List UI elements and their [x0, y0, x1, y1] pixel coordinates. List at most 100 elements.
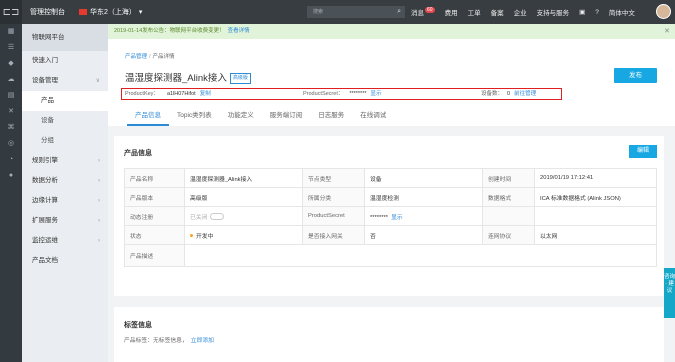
table-row: 产品版本 高级版 所属分类 温湿度检测 数据格式 ICA 标准数据格式 (Ali… — [124, 187, 657, 207]
close-icon[interactable]: ✕ — [664, 24, 670, 39]
sidebar-item-edge-computing[interactable]: 边缘计算 › — [22, 191, 108, 211]
product-info-table: 产品名称 温湿度探测器_Alink接入 节点类型 设备 创建时间 2019/01… — [124, 168, 657, 267]
status-dot-icon — [190, 234, 193, 238]
search-placeholder: 搜索 — [313, 9, 324, 15]
label-dynamic-registration: 动态注册 — [124, 206, 185, 226]
sidebar-title: 物联网平台 — [22, 24, 108, 51]
search-input[interactable]: 搜索 ⌕ — [307, 6, 405, 18]
aliyun-logo-icon[interactable]: ⊏⊐ — [0, 0, 22, 24]
label-product-version: 产品版本 — [124, 187, 185, 207]
section-title: 产品信息 — [124, 150, 152, 157]
value-product-name: 温湿度探测器_Alink接入 — [184, 168, 303, 188]
tab-online-debug[interactable]: 在线调试 — [352, 110, 394, 126]
table-row: 产品描述 — [124, 244, 657, 267]
product-title: 温湿度探测器_Alink接入 — [125, 73, 227, 84]
help-icon[interactable]: ? — [595, 9, 599, 16]
sidebar-item-data-analysis[interactable]: 数据分析 › — [22, 171, 108, 191]
value-dynamic-registration: 已关闭 — [184, 206, 303, 226]
sidebar-item-quickstart[interactable]: 快速入门 — [22, 51, 108, 71]
show-secret-link[interactable]: 显示 — [370, 91, 381, 97]
label-data-format: 数据格式 — [482, 187, 535, 207]
product-info-card: 产品信息 编辑 产品名称 温湿度探测器_Alink接入 节点类型 设备 创建时间… — [114, 136, 664, 296]
language-selector[interactable]: 简体中文 — [609, 7, 635, 17]
sidebar-item-docs[interactable]: 产品文档 — [22, 251, 108, 271]
nav-record[interactable]: 备案 — [491, 7, 504, 17]
circle-icon[interactable]: ● — [0, 168, 22, 184]
product-keys-bar: ProductKey： a1lH07Hifot 复制 ProductSecret： *… — [121, 88, 562, 100]
region-selector[interactable]: 华东2（上海） ▾ — [79, 7, 142, 17]
sidebar-item-extensions[interactable]: 扩展服务 › — [22, 211, 108, 231]
notice-details-link[interactable]: 查看详情 — [228, 28, 250, 34]
chevron-right-icon: › — [98, 198, 100, 204]
copy-link[interactable]: 复制 — [200, 91, 211, 97]
dynamic-registration-state: 已关闭 — [190, 214, 208, 221]
nav-message-label: 消息 — [411, 10, 424, 17]
add-tag-link[interactable]: 立即添加 — [191, 338, 214, 344]
tags-card: 标签信息 产品标签：无标签信息， 立即添加 — [114, 307, 664, 362]
sidebar-item-group[interactable]: 分组 — [22, 131, 108, 151]
breadcrumb-separator: / — [149, 54, 151, 60]
sidebar-item-device-management[interactable]: 设备管理 ∨ — [22, 71, 108, 91]
chevron-right-icon: › — [98, 178, 100, 184]
show-secret-link[interactable]: 显示 — [391, 215, 403, 221]
value-category: 温湿度检测 — [364, 187, 483, 207]
message-count-badge: 60 — [425, 7, 435, 13]
power-icon[interactable]: ◔ — [0, 152, 22, 168]
terminal-icon[interactable]: ▣ — [579, 8, 585, 16]
sidebar-item-rule-engine[interactable]: 规则引擎 › — [22, 151, 108, 171]
grid-icon[interactable]: ▦ — [0, 24, 22, 40]
cloud-icon[interactable]: ☁ — [0, 72, 22, 88]
value-created-time: 2019/01/19 17:12:41 — [534, 168, 657, 188]
product-secret-masked: ******** — [370, 214, 389, 221]
tab-product-info[interactable]: 产品信息 — [127, 110, 169, 126]
nav-support[interactable]: 支持与服务 — [537, 7, 570, 17]
tab-topic-list[interactable]: Topic类列表 — [169, 110, 220, 126]
breadcrumb-product-management[interactable]: 产品管理 — [125, 54, 147, 60]
value-status: 开发中 — [184, 225, 303, 245]
edit-button[interactable]: 编辑 — [629, 145, 657, 158]
globe-icon[interactable]: ◎ — [0, 136, 22, 152]
nav-billing[interactable]: 费用 — [445, 7, 458, 17]
device-count: 设备数： 0 前往管理 — [481, 90, 536, 99]
shield-icon[interactable]: ◆ — [0, 56, 22, 72]
code-icon[interactable]: ⌘ — [0, 120, 22, 136]
label-status: 状态 — [124, 225, 185, 245]
notice-text: 2019-01-14发布公告：物联网平台收费变更！ — [114, 28, 225, 34]
chevron-right-icon: › — [98, 238, 100, 244]
product-key-label: ProductKey： — [125, 91, 159, 97]
avatar[interactable] — [656, 4, 671, 19]
icon-rail: ▦ ☰ ◆ ☁ ▤ ✕ ⌘ ◎ ◔ ● — [0, 24, 22, 362]
label-category: 所属分类 — [302, 187, 365, 207]
sidebar-item-monitoring[interactable]: 监控运维 › — [22, 231, 108, 251]
database-icon[interactable]: ▤ — [0, 88, 22, 104]
tab-function-definition[interactable]: 功能定义 — [220, 110, 262, 126]
sidebar-item-label: 监控运维 — [32, 237, 58, 244]
value-empty — [534, 206, 657, 226]
sidebar: 物联网平台 快速入门 设备管理 ∨ 产品 设备 分组 规则引擎 › 数据分析 › 边缘… — [22, 24, 108, 362]
feedback-float-button[interactable]: 咨询 · 建议 — [664, 268, 675, 318]
console-link[interactable]: 管理控制台 — [30, 7, 65, 17]
nav-enterprise[interactable]: 企业 — [514, 7, 527, 17]
search-icon[interactable]: ⌕ — [397, 6, 401, 18]
sidebar-item-device[interactable]: 设备 — [22, 111, 108, 131]
tab-server-subscription[interactable]: 服务端订阅 — [262, 110, 311, 126]
nav-ticket[interactable]: 工单 — [468, 7, 481, 17]
table-row: 产品名称 温湿度探测器_Alink接入 节点类型 设备 创建时间 2019/01… — [124, 168, 657, 188]
go-manage-link[interactable]: 前往管理 — [514, 91, 536, 97]
product-key: ProductKey： a1lH07Hifot 复制 — [125, 90, 211, 99]
publish-button[interactable]: 发布 — [614, 68, 657, 83]
tools-icon[interactable]: ✕ — [0, 104, 22, 120]
tab-log-service[interactable]: 日志服务 — [310, 110, 352, 126]
value-product-secret: ******** 显示 — [364, 206, 483, 226]
dynamic-registration-toggle[interactable] — [210, 213, 225, 221]
main-content: 产品管理 / 产品详情 温湿度探测器_Alink接入 高级版 发布 ProductKe… — [108, 39, 675, 362]
tab-bar: 产品信息 Topic类列表 功能定义 服务端订阅 日志服务 在线调试 — [127, 110, 394, 126]
china-flag-icon — [79, 9, 87, 15]
label-product-name: 产品名称 — [124, 168, 185, 188]
list-icon[interactable]: ☰ — [0, 40, 22, 56]
sidebar-item-label: 边缘计算 — [32, 197, 58, 204]
nav-message[interactable]: 消息 60 — [411, 7, 435, 17]
value-data-format: ICA 标准数据格式 (Alink JSON) — [534, 187, 657, 207]
breadcrumb: 产品管理 / 产品详情 — [125, 52, 175, 60]
sidebar-item-product[interactable]: 产品 — [22, 91, 108, 111]
